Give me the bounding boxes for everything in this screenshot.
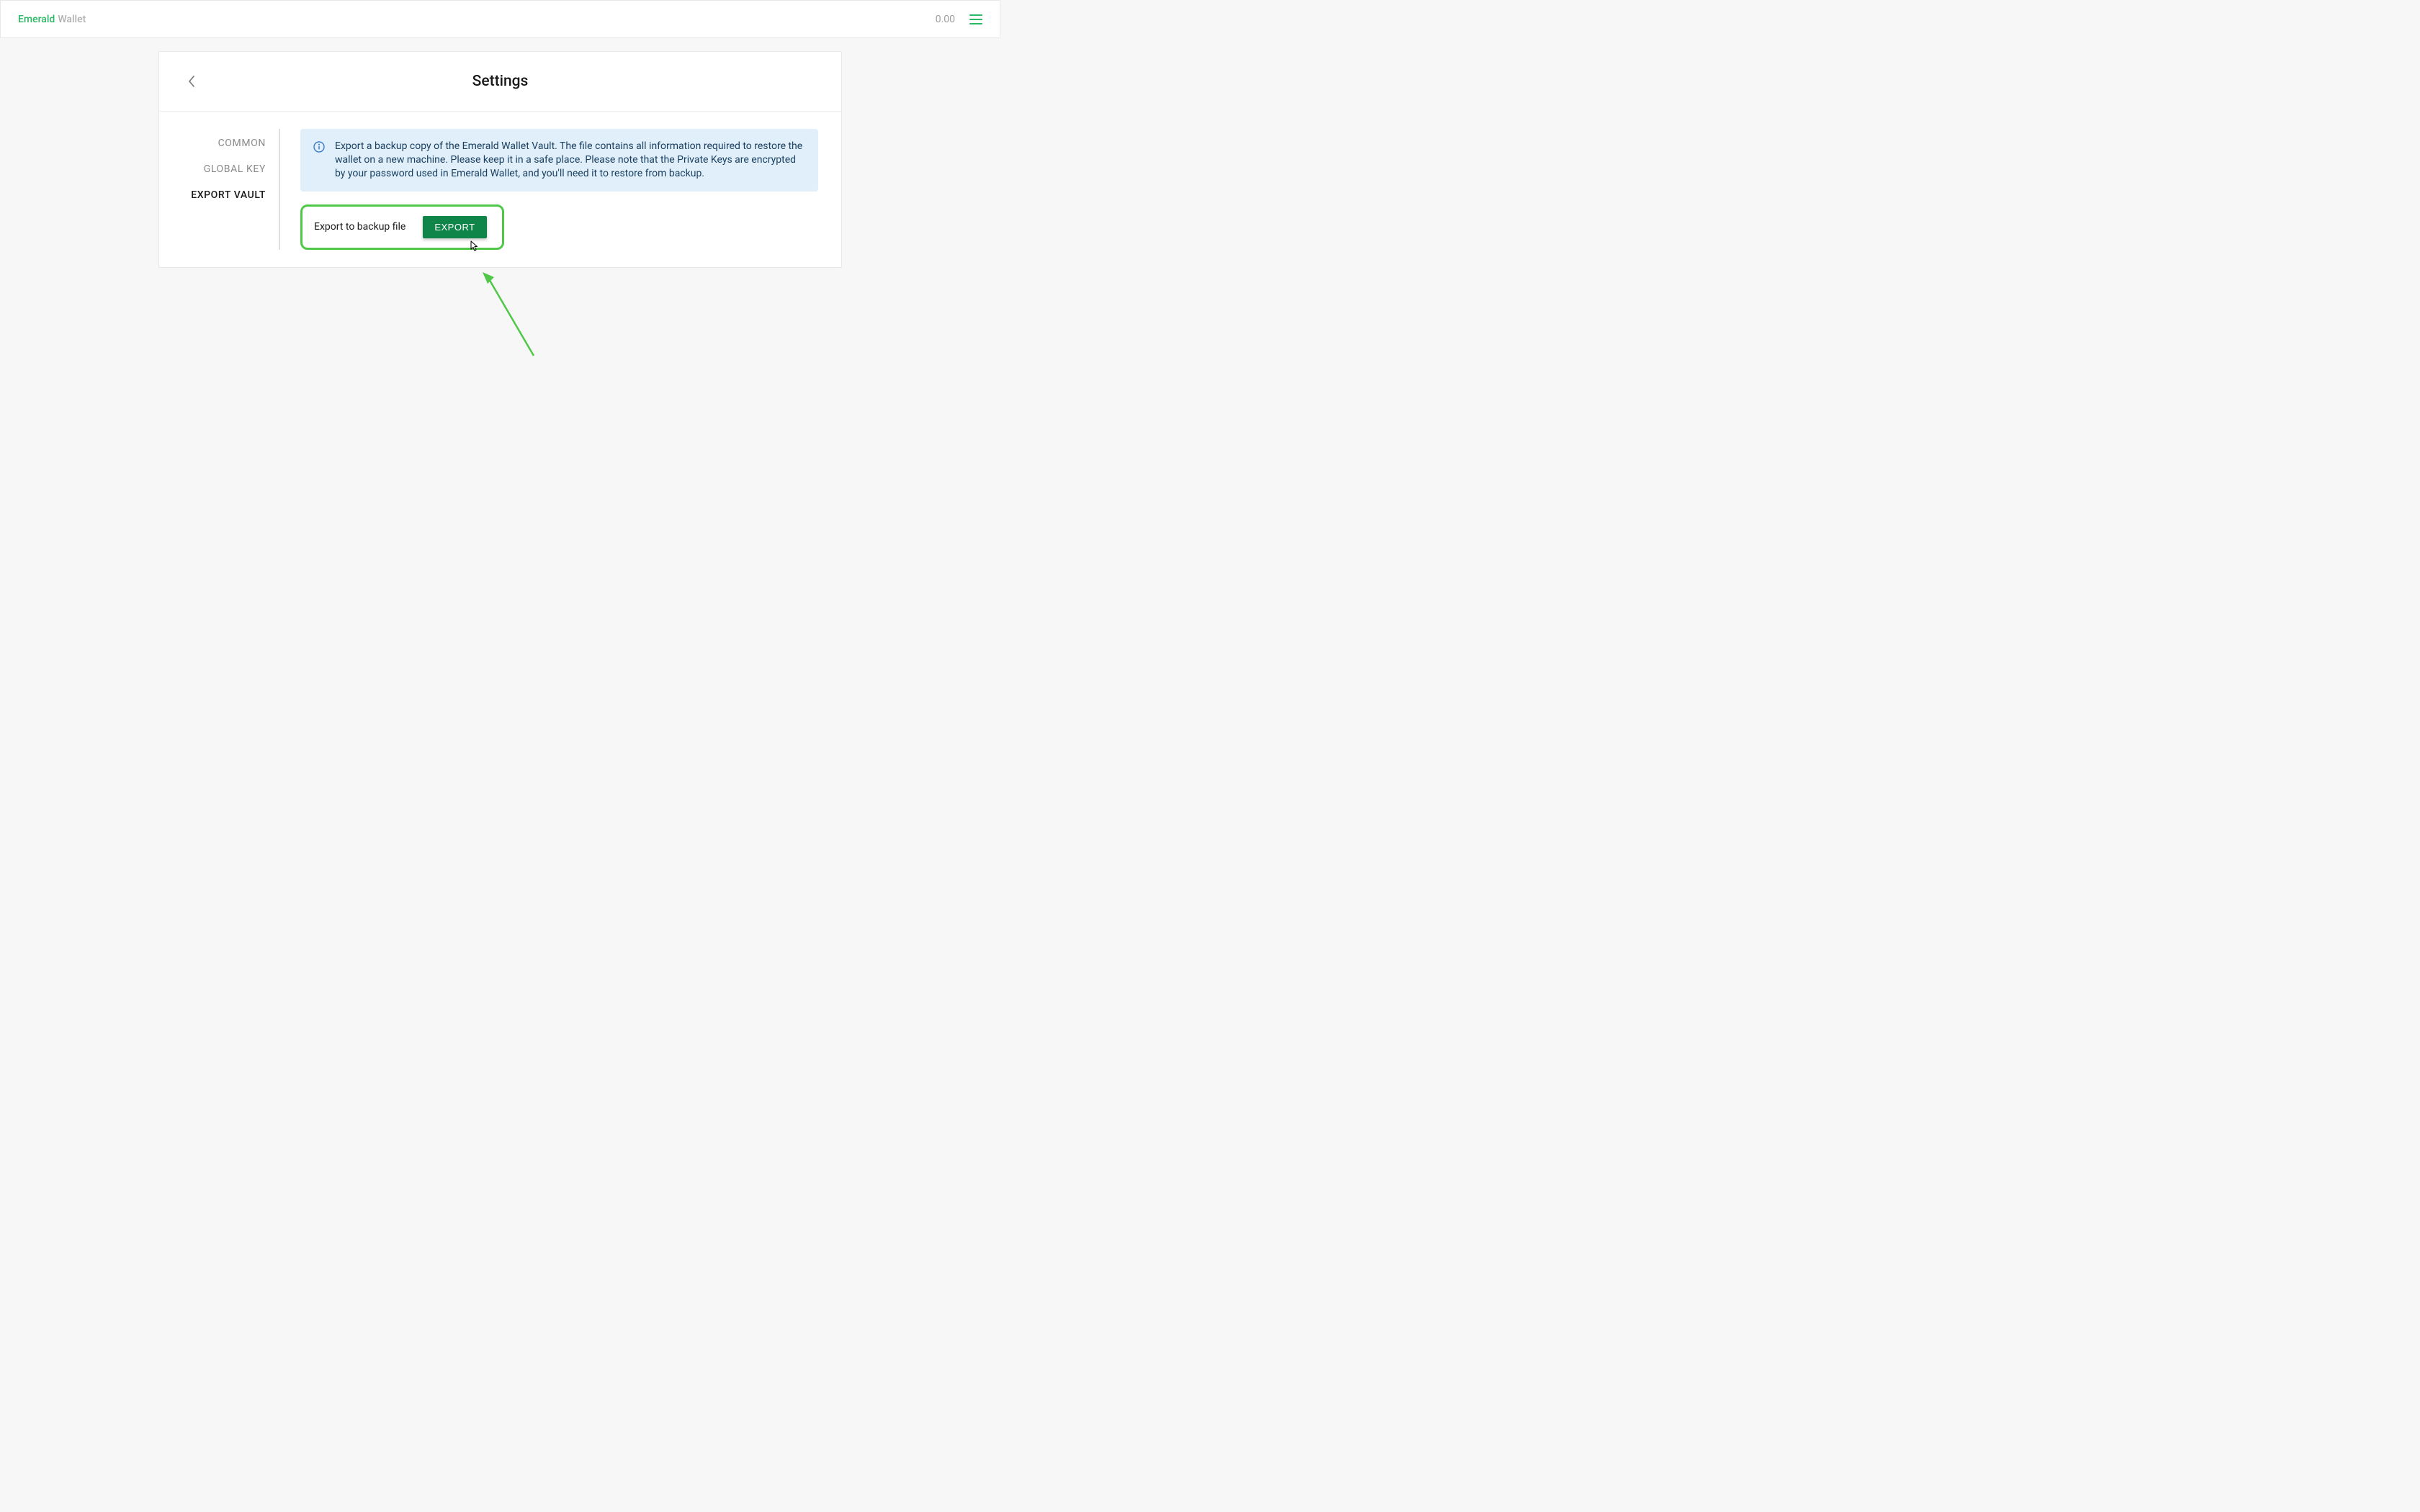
info-icon xyxy=(313,141,325,156)
sidebar-item-common[interactable]: COMMON xyxy=(159,130,279,156)
menu-icon[interactable] xyxy=(969,14,982,24)
export-button[interactable]: EXPORT xyxy=(423,216,486,238)
arrow-annotation-icon xyxy=(480,269,544,366)
settings-content: Export a backup copy of the Emerald Wall… xyxy=(280,129,818,250)
chevron-left-icon xyxy=(188,76,195,87)
app-header: Emerald Wallet 0.00 xyxy=(0,0,1000,38)
back-button[interactable] xyxy=(188,76,195,87)
export-row-highlight: Export to backup file EXPORT xyxy=(300,204,504,250)
page-title: Settings xyxy=(472,73,529,90)
card-header: Settings xyxy=(159,52,841,112)
balance-value: 0.00 xyxy=(936,14,955,25)
logo-sub: Wallet xyxy=(58,14,86,25)
info-box: Export a backup copy of the Emerald Wall… xyxy=(300,129,818,192)
logo-brand: Emerald xyxy=(18,14,55,25)
header-right: 0.00 xyxy=(936,14,982,25)
sidebar-item-export-vault[interactable]: EXPORT VAULT xyxy=(159,182,279,208)
export-label: Export to backup file xyxy=(314,221,405,233)
settings-sidebar: COMMON GLOBAL KEY EXPORT VAULT xyxy=(159,129,280,250)
app-logo: Emerald Wallet xyxy=(18,14,86,25)
settings-card: Settings COMMON GLOBAL KEY EXPORT VAULT … xyxy=(158,51,842,268)
sidebar-item-global-key[interactable]: GLOBAL KEY xyxy=(159,156,279,182)
info-text: Export a backup copy of the Emerald Wall… xyxy=(335,140,805,181)
card-body: COMMON GLOBAL KEY EXPORT VAULT Export a … xyxy=(159,112,841,267)
